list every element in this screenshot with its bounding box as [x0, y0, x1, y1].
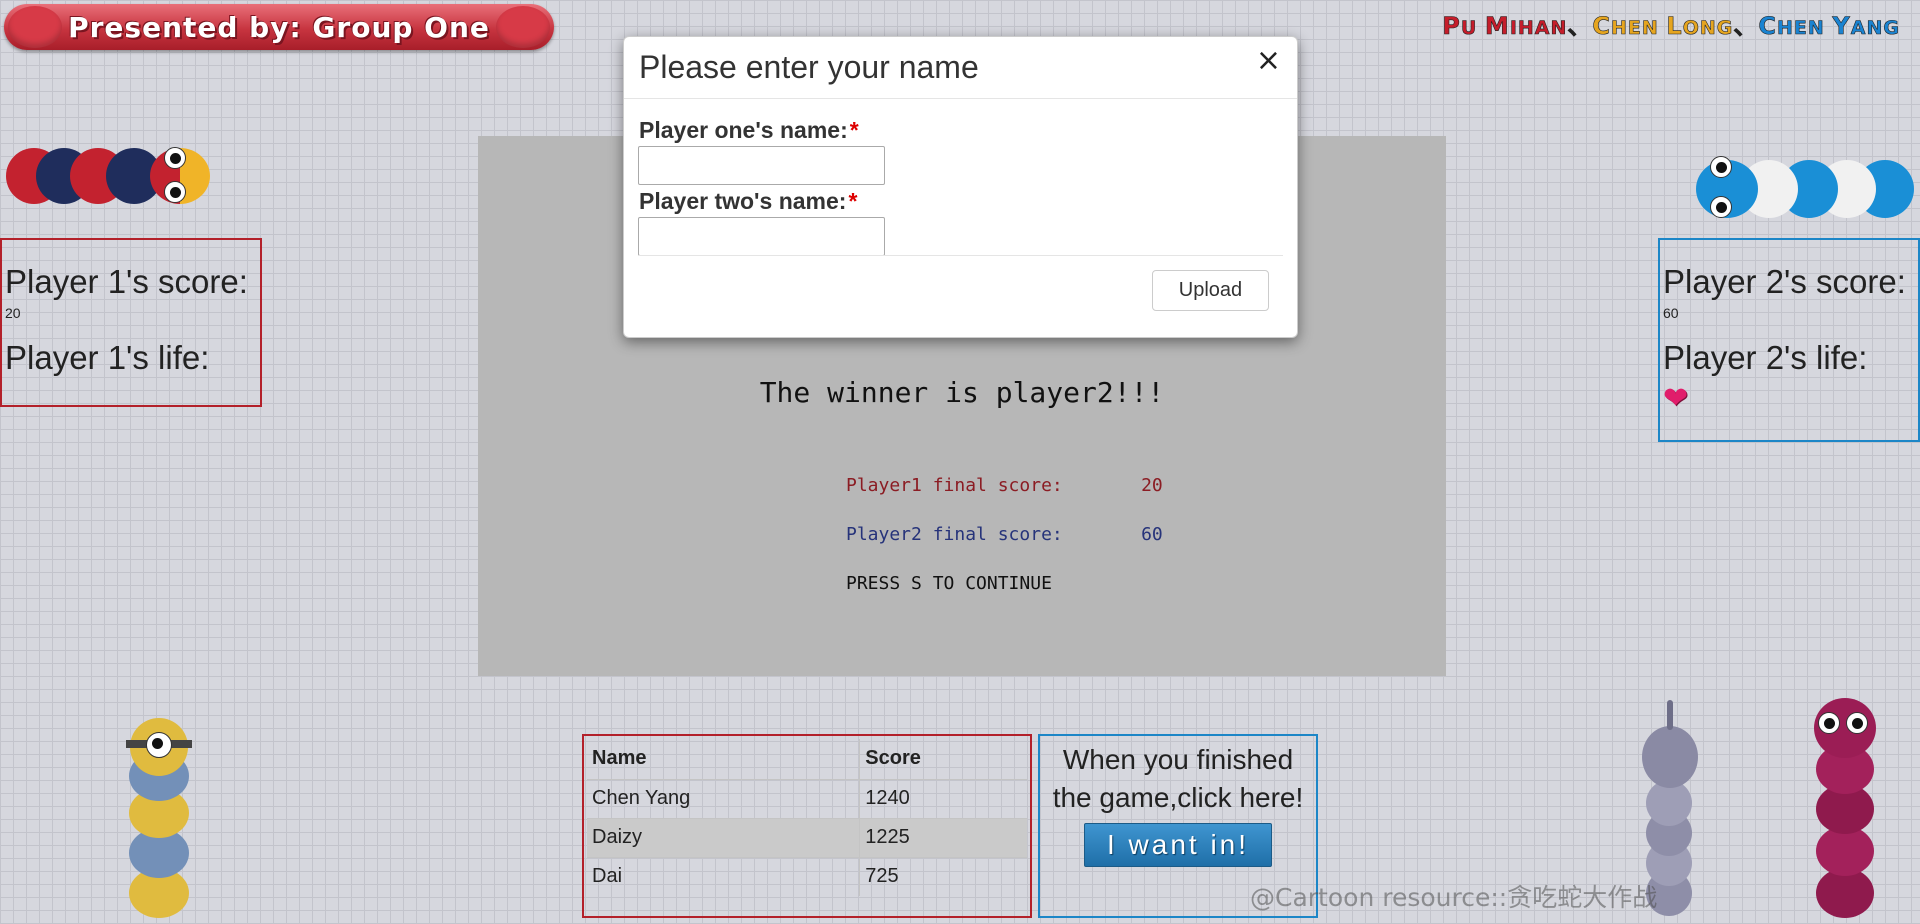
heart-icon: ❤ — [1663, 382, 1689, 415]
column-header-score: Score — [859, 739, 1027, 779]
player1-name-input[interactable] — [638, 146, 885, 185]
player1-final-label: Player1 final score: — [846, 475, 1063, 496]
player2-life-label: Player 2's life: — [1663, 339, 1868, 376]
row-score: 1240 — [859, 778, 1027, 818]
close-icon[interactable]: × — [1256, 43, 1281, 78]
player1-snake-illustration — [6, 145, 216, 211]
modal-header-divider — [624, 98, 1297, 99]
author-name: 、CHEN LONG — [1567, 12, 1734, 41]
watermark-text: @Cartoon resource::贪吃蛇大作战 — [1250, 883, 1658, 912]
minion-snake-illustration — [126, 718, 192, 918]
author-name: 、CHEN YANG — [1733, 12, 1900, 41]
row-name: Daizy — [587, 817, 860, 857]
banner-text: Presented by: Group One — [68, 10, 490, 44]
i-want-in-button[interactable]: I want in! — [1084, 823, 1272, 867]
player2-snake-illustration — [1696, 156, 1918, 222]
player2-score-panel: Player 2's score: 60 Player 2's life: ❤ — [1658, 238, 1920, 442]
player2-final-label: Player2 final score: — [846, 524, 1063, 545]
modal-title: Please enter your name — [639, 49, 979, 85]
magenta-snake-illustration — [1812, 698, 1878, 918]
player1-life-label: Player 1's life: — [5, 339, 210, 376]
player1-final-score: Player1 final score: 20 — [846, 475, 1163, 496]
row-name: Dai — [587, 856, 860, 896]
required-marker: * — [848, 188, 858, 214]
modal-footer-divider — [638, 255, 1283, 256]
row-score: 1225 — [859, 817, 1027, 857]
player1-score-value: 20 — [5, 305, 21, 321]
winner-text: The winner is player2!!! — [759, 376, 1165, 409]
leaderboard: Name Score Chen Yang 1240 Daizy 1225 Dai… — [582, 734, 1032, 918]
author-credits: PU MIHAN、CHEN LONG、CHEN YANG — [1442, 6, 1900, 41]
player2-score-value: 60 — [1663, 305, 1679, 321]
table-row: Daizy 1225 — [587, 817, 1027, 857]
table-row: Chen Yang 1240 — [587, 778, 1027, 818]
join-instruction: When you finished the game,click here! — [1052, 744, 1304, 813]
author-name: PU MIHAN — [1442, 12, 1568, 41]
player2-final-value: 60 — [1141, 524, 1163, 545]
upload-button[interactable]: Upload — [1152, 270, 1269, 311]
player1-score-panel: Player 1's score: 20 Player 1's life: — [0, 238, 262, 407]
row-name: Chen Yang — [587, 778, 860, 818]
table-header-row: Name Score — [587, 739, 1027, 779]
player2-score-label: Player 2's score: — [1663, 263, 1906, 300]
player1-final-value: 20 — [1141, 475, 1163, 496]
required-marker: * — [849, 117, 859, 143]
table-row: Dai 725 — [587, 856, 1027, 896]
leaderboard-table: Name Score Chen Yang 1240 Daizy 1225 Dai… — [587, 739, 1027, 896]
player1-name-label: Player one's name:* — [639, 117, 859, 143]
continue-prompt: PRESS S TO CONTINUE — [846, 573, 1052, 594]
row-score: 725 — [859, 856, 1027, 896]
player2-name-input[interactable] — [638, 217, 885, 256]
player2-final-score: Player2 final score: 60 — [846, 524, 1163, 545]
player2-name-label: Player two's name:* — [639, 188, 858, 214]
name-entry-modal: Please enter your name × Player one's na… — [623, 36, 1298, 338]
column-header-name: Name — [592, 747, 647, 770]
player1-score-label: Player 1's score: — [5, 263, 248, 300]
presenter-banner: Presented by: Group One — [4, 4, 554, 50]
